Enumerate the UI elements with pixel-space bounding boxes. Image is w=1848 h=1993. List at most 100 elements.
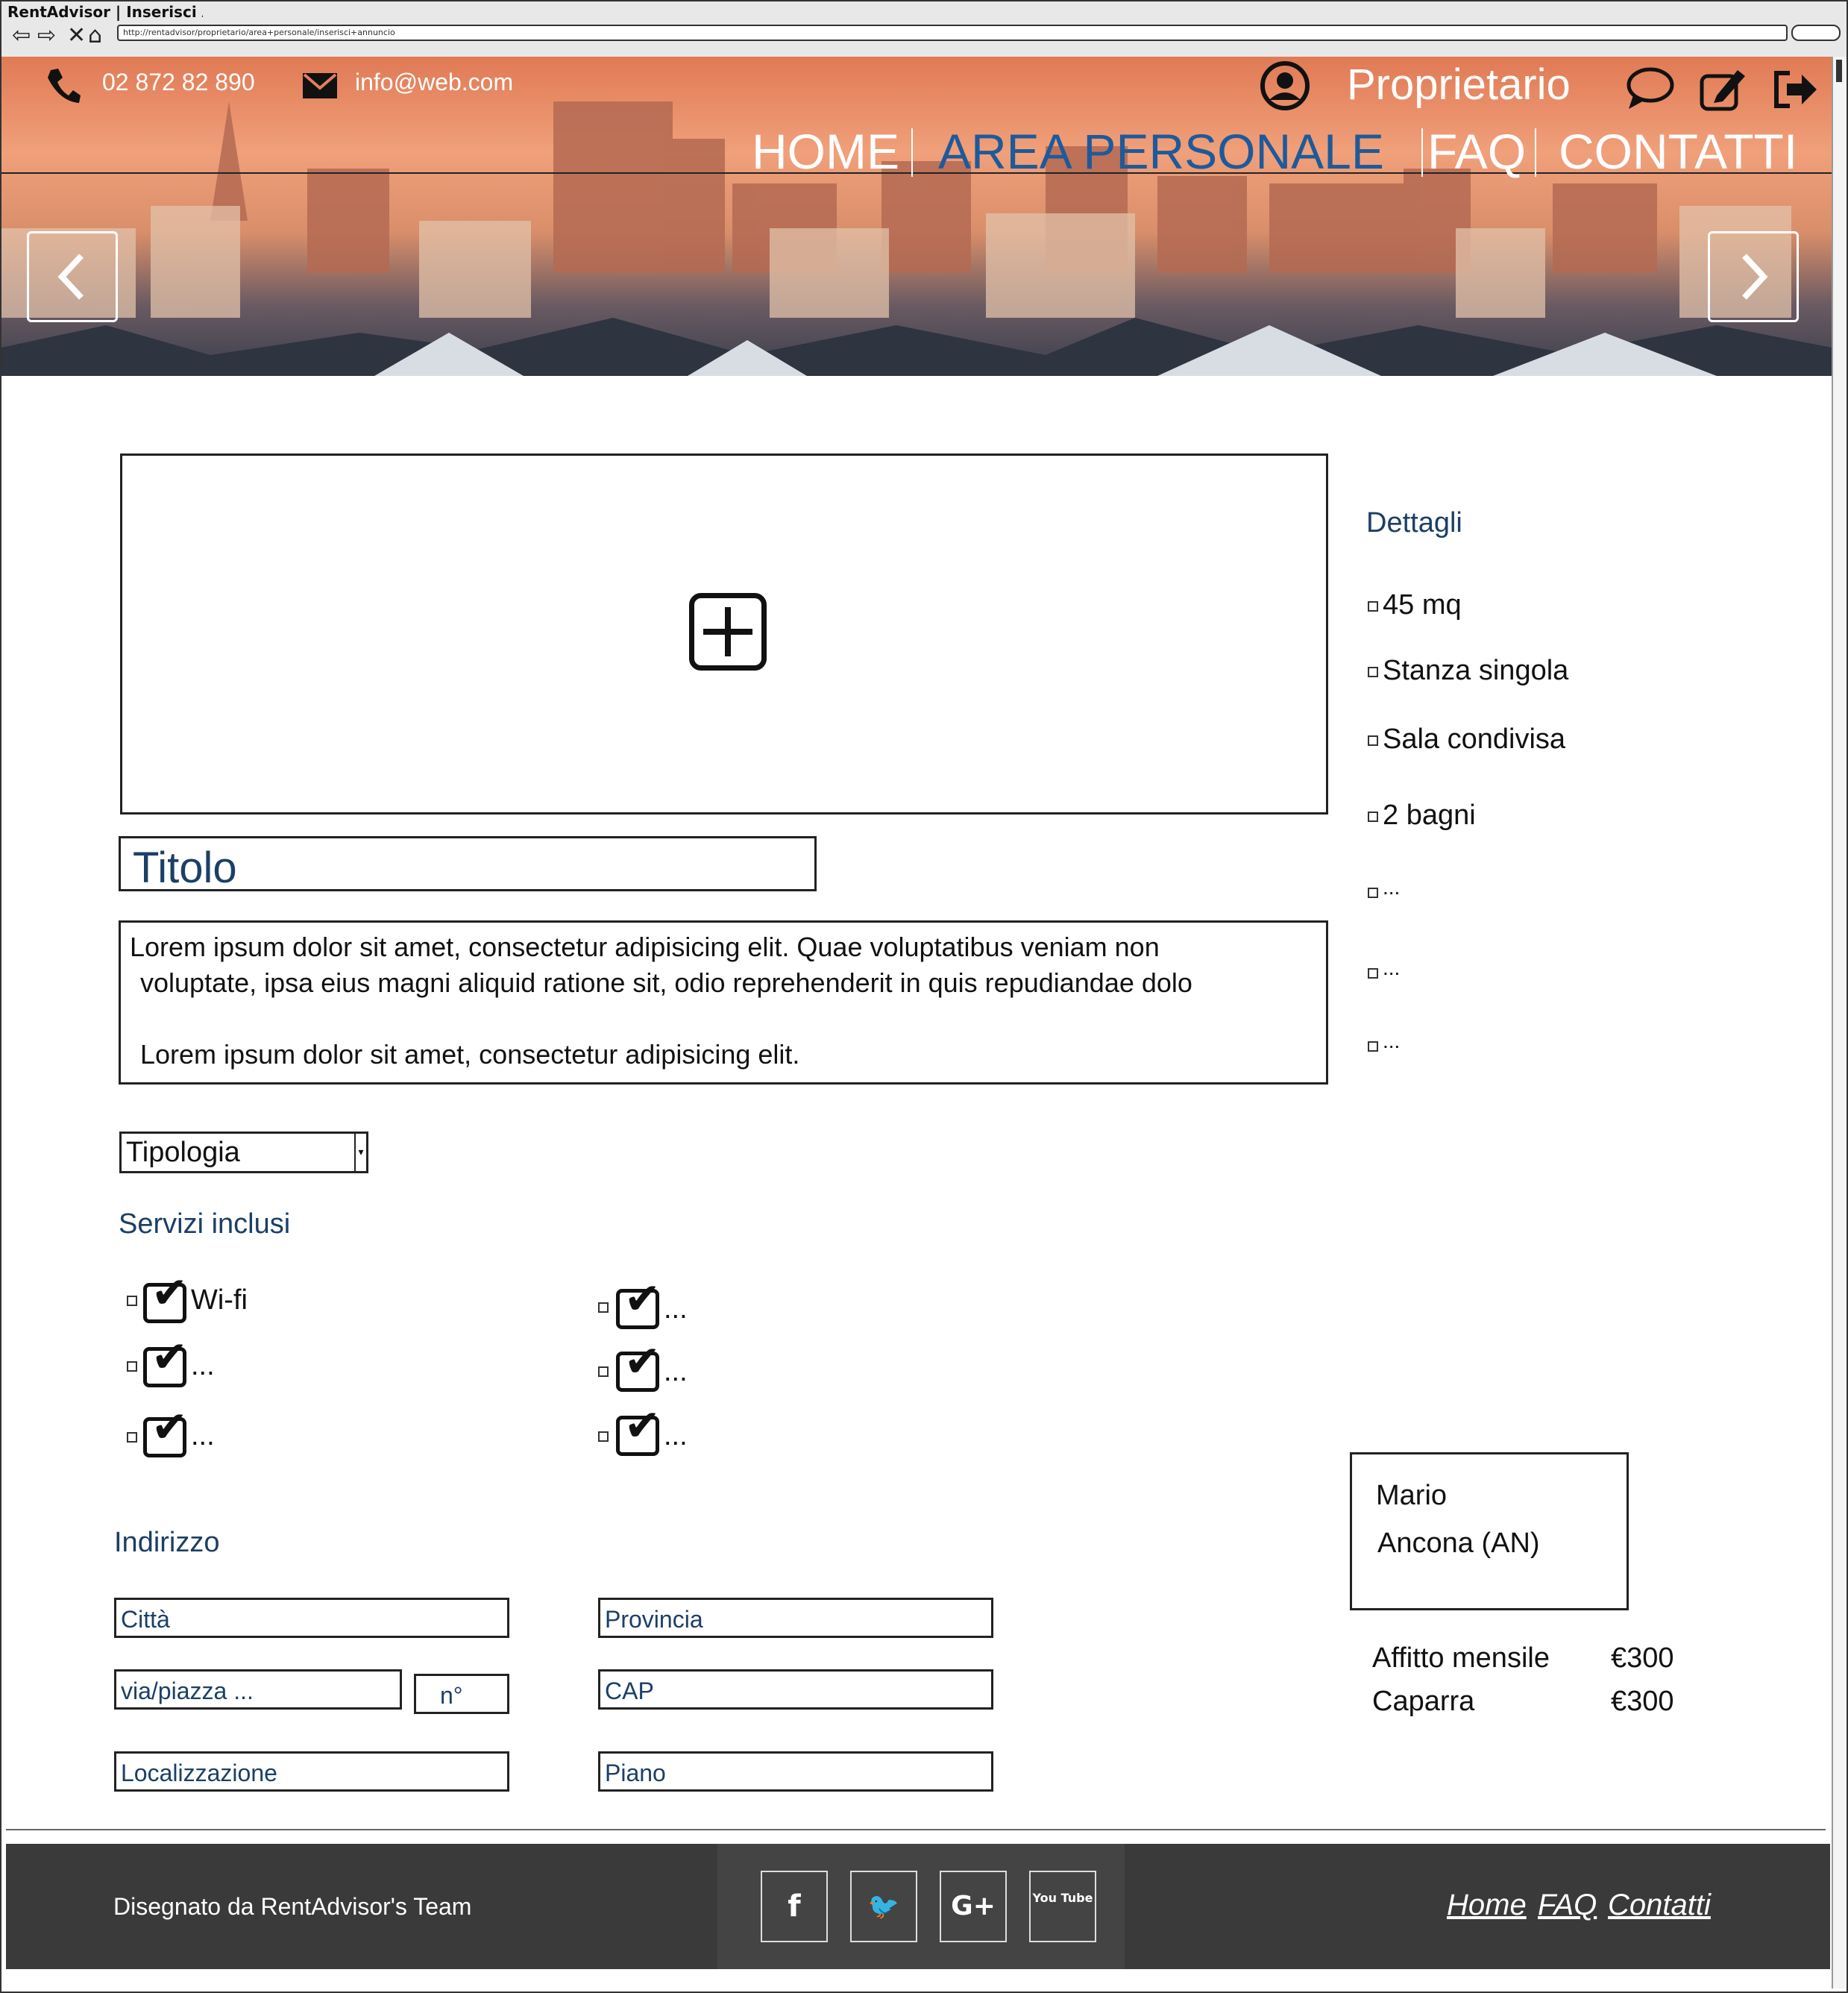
checkbox-checked-icon[interactable]: ✔ bbox=[616, 1403, 661, 1456]
role-label[interactable]: Proprietario bbox=[1347, 60, 1571, 110]
footer-credit: Disegnato da RentAdvisor's Team bbox=[113, 1893, 472, 1920]
rent-label: Affitto mensile bbox=[1372, 1642, 1550, 1674]
url-field[interactable]: http://rentadvisor/proprietario/area+per… bbox=[117, 25, 1788, 41]
floor-field[interactable]: Piano bbox=[598, 1751, 993, 1792]
page-scrollbar[interactable] bbox=[1832, 57, 1847, 1989]
location-placeholder: Localizzazione bbox=[121, 1760, 277, 1786]
footer-link-faq[interactable]: FAQ bbox=[1538, 1889, 1597, 1922]
title-input[interactable]: Titolo bbox=[119, 836, 817, 892]
owner-name: Mario bbox=[1376, 1480, 1448, 1511]
email-address[interactable]: info@web.com bbox=[355, 69, 513, 96]
prev-arrow-icon bbox=[57, 254, 84, 300]
forward-icon[interactable]: ⇨ bbox=[37, 21, 56, 51]
detail-item: Stanza singola bbox=[1383, 655, 1569, 686]
checkbox-checked-icon[interactable]: ✔ bbox=[616, 1276, 661, 1329]
street-field[interactable]: via/piazza ... bbox=[114, 1669, 402, 1710]
google-plus-icon[interactable]: G+ bbox=[940, 1871, 1007, 1942]
province-field[interactable]: Provincia bbox=[598, 1598, 993, 1638]
checkbox-checked-icon[interactable]: ✔ bbox=[143, 1404, 188, 1457]
youtube-icon[interactable]: You Tube bbox=[1029, 1871, 1096, 1942]
address-heading: Indirizzo bbox=[114, 1527, 220, 1558]
scrollbar-thumb[interactable] bbox=[1836, 60, 1842, 82]
service-label: ... bbox=[664, 1356, 688, 1387]
window-titlebar: RentAdvisor | Inserisci Annuncio bbox=[1, 1, 1847, 22]
detail-bullet bbox=[1368, 601, 1378, 612]
chevron-down-icon[interactable]: ▾ bbox=[354, 1134, 366, 1171]
deposit-value: €300 bbox=[1611, 1686, 1674, 1717]
service-radio[interactable] bbox=[598, 1302, 609, 1313]
city-field[interactable]: Città bbox=[114, 1598, 509, 1638]
facebook-icon[interactable]: f bbox=[761, 1871, 828, 1942]
user-icon[interactable] bbox=[1260, 61, 1310, 110]
service-radio[interactable] bbox=[127, 1432, 137, 1443]
floor-placeholder: Piano bbox=[605, 1760, 666, 1786]
logout-icon[interactable] bbox=[1772, 69, 1818, 110]
detail-item: 45 mq bbox=[1383, 589, 1462, 621]
back-icon[interactable]: ⇦ bbox=[12, 21, 31, 51]
browser-search-field[interactable] bbox=[1791, 25, 1841, 41]
city-placeholder: Città bbox=[121, 1606, 170, 1633]
phone-icon bbox=[48, 69, 81, 103]
detail-item: ... bbox=[1383, 956, 1401, 979]
title-placeholder: Titolo bbox=[133, 844, 237, 892]
tipologia-selected: Tipologia bbox=[126, 1137, 240, 1168]
footer-link-home[interactable]: Home bbox=[1447, 1889, 1527, 1922]
tipologia-select[interactable]: Tipologia ▾ bbox=[119, 1132, 368, 1173]
stop-icon[interactable]: ✕ bbox=[67, 21, 86, 51]
service-label: ... bbox=[191, 1420, 215, 1451]
description-textarea[interactable]: Lorem ipsum dolor sit amet, consectetur … bbox=[119, 920, 1328, 1085]
chat-icon[interactable] bbox=[1626, 66, 1675, 110]
owner-card: Mario Ancona (AN) bbox=[1350, 1452, 1629, 1610]
street-number-field[interactable]: n° bbox=[414, 1674, 509, 1714]
footer: Disegnato da RentAdvisor's Team f 🐦 G+ Y… bbox=[6, 1844, 1830, 1969]
carousel-prev-button[interactable] bbox=[27, 231, 118, 322]
footer-link-contatti[interactable]: Contatti bbox=[1608, 1889, 1711, 1922]
window-title: RentAdvisor | Inserisci Annuncio bbox=[7, 3, 203, 21]
service-label: ... bbox=[191, 1350, 215, 1381]
mail-icon bbox=[303, 73, 337, 98]
phone-number[interactable]: 02 872 82 890 bbox=[102, 69, 255, 96]
image-upload-area[interactable] bbox=[120, 453, 1328, 815]
details-heading: Dettagli bbox=[1366, 507, 1462, 539]
service-radio[interactable] bbox=[598, 1366, 609, 1377]
nav-separator bbox=[1421, 128, 1423, 177]
detail-bullet bbox=[1368, 888, 1378, 898]
detail-bullet bbox=[1368, 968, 1378, 979]
edit-icon[interactable] bbox=[1699, 66, 1748, 112]
street-number-placeholder: n° bbox=[440, 1682, 463, 1709]
detail-bullet bbox=[1368, 812, 1378, 822]
service-radio[interactable] bbox=[598, 1431, 609, 1442]
nav-contatti[interactable]: CONTATTI bbox=[1559, 123, 1797, 180]
service-label: ... bbox=[664, 1420, 688, 1451]
street-placeholder: via/piazza ... bbox=[121, 1677, 254, 1704]
nav-separator bbox=[911, 128, 913, 177]
checkbox-checked-icon[interactable]: ✔ bbox=[616, 1339, 661, 1392]
detail-item: ... bbox=[1383, 876, 1401, 899]
nav-faq[interactable]: FAQ bbox=[1427, 123, 1526, 180]
next-arrow-icon bbox=[1742, 254, 1768, 300]
deposit-label: Caparra bbox=[1372, 1686, 1475, 1717]
detail-item: ... bbox=[1383, 1029, 1401, 1052]
nav-home[interactable]: HOME bbox=[752, 123, 899, 180]
detail-bullet bbox=[1368, 1041, 1378, 1052]
services-heading: Servizi inclusi bbox=[119, 1208, 291, 1240]
carousel-next-button[interactable] bbox=[1708, 231, 1799, 322]
description-line: Lorem ipsum dolor sit amet, consectetur … bbox=[130, 932, 1160, 962]
top-info-bar bbox=[1, 113, 1832, 174]
detail-item: Sala condivisa bbox=[1383, 724, 1566, 755]
service-radio[interactable] bbox=[127, 1296, 137, 1306]
service-radio[interactable] bbox=[127, 1361, 137, 1372]
checkbox-checked-icon[interactable]: ✔ bbox=[143, 1334, 188, 1387]
address-bar: ⇦ ⇨ ✕ ⌂ http://rentadvisor/proprietario/… bbox=[1, 21, 1847, 58]
social-links: f 🐦 G+ You Tube bbox=[717, 1844, 1125, 1969]
nav-area-personale[interactable]: AREA PERSONALE bbox=[938, 123, 1384, 180]
home-icon[interactable]: ⌂ bbox=[88, 21, 102, 51]
detail-bullet bbox=[1368, 667, 1378, 677]
twitter-icon[interactable]: 🐦 bbox=[850, 1871, 917, 1942]
province-placeholder: Provincia bbox=[605, 1606, 703, 1633]
rent-value: €300 bbox=[1611, 1642, 1674, 1674]
location-field[interactable]: Localizzazione bbox=[114, 1751, 509, 1792]
checkbox-checked-icon[interactable]: ✔ bbox=[143, 1270, 188, 1323]
add-image-icon[interactable] bbox=[689, 593, 767, 671]
cap-field[interactable]: CAP bbox=[598, 1669, 993, 1710]
